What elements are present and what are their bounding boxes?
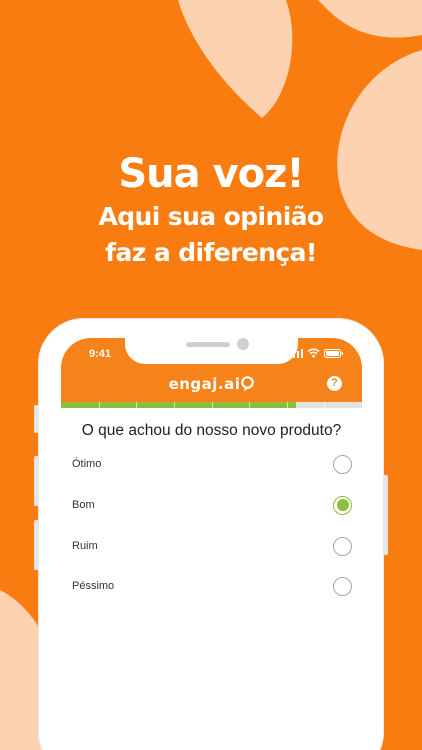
headline: Sua voz! Aqui sua opinião faz a diferenç… bbox=[0, 150, 422, 270]
status-icons bbox=[289, 348, 344, 358]
radio-button[interactable] bbox=[333, 495, 352, 515]
survey-progress-fill bbox=[61, 402, 296, 408]
progress-segment-divider bbox=[136, 402, 138, 408]
progress-segment-divider bbox=[173, 402, 175, 408]
option-pessimo[interactable]: Péssimo bbox=[72, 573, 352, 599]
phone-volume-down-button bbox=[34, 520, 39, 570]
radio-selected-dot bbox=[336, 499, 349, 511]
phone-screen: 9:41 engaj.ai ? O que achou do nosso nov… bbox=[61, 338, 362, 750]
option-ruim[interactable]: Ruim bbox=[72, 533, 352, 559]
logo-text: engaj.ai bbox=[168, 375, 241, 393]
option-label: Bom bbox=[72, 499, 95, 511]
phone-camera bbox=[237, 338, 249, 350]
radio-button[interactable] bbox=[333, 454, 352, 474]
question-icon[interactable]: ? bbox=[327, 376, 342, 391]
phone-power-button bbox=[383, 475, 388, 555]
headline-subtitle-line1: Aqui sua opinião bbox=[98, 202, 324, 231]
option-label: Ruim bbox=[72, 540, 98, 552]
headline-subtitle-line2: faz a diferença! bbox=[105, 238, 317, 267]
option-bom[interactable]: Bom bbox=[72, 492, 352, 518]
battery-icon bbox=[324, 349, 343, 358]
progress-segment-divider bbox=[98, 402, 100, 408]
progress-segment-divider bbox=[324, 402, 326, 408]
phone-volume-up-button bbox=[34, 456, 39, 506]
survey-progress-bar bbox=[61, 402, 362, 408]
progress-segment-divider bbox=[286, 402, 288, 408]
option-otimo[interactable]: Ótimo bbox=[72, 451, 352, 477]
app-logo: engaj.ai bbox=[61, 375, 362, 393]
phone-speaker bbox=[186, 342, 230, 347]
radio-button[interactable] bbox=[333, 536, 352, 556]
option-label: Ótimo bbox=[72, 458, 102, 470]
survey-question: O que achou do nosso novo produto? bbox=[81, 422, 342, 439]
logo-pin-icon bbox=[241, 376, 255, 392]
progress-segment-divider bbox=[211, 402, 213, 408]
phone-silent-switch bbox=[34, 405, 39, 433]
progress-segment-divider bbox=[249, 402, 251, 408]
status-time: 9:41 bbox=[89, 348, 112, 360]
wifi-icon bbox=[307, 348, 320, 358]
option-label: Péssimo bbox=[72, 580, 115, 592]
headline-title: Sua voz! bbox=[118, 151, 304, 197]
radio-button[interactable] bbox=[333, 576, 352, 596]
